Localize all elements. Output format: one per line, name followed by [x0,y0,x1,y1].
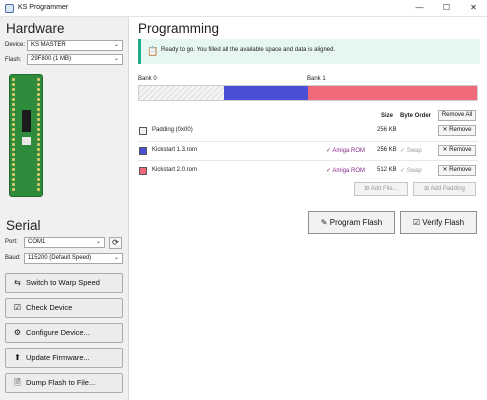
programming-panel: Programming 📋 Ready to go. You filled al… [130,17,487,400]
hardware-heading: Hardware [6,21,65,36]
ks13-swap-label: Swap [406,148,422,154]
ks13-remove-button[interactable]: ✕ Remove [438,145,476,156]
board-label [22,137,31,145]
ks13-row-name: Kickstart 1.3.rom [152,147,198,153]
status-message: Ready to go. You filled all the availabl… [161,47,336,53]
program-flash-button[interactable]: ✎ Program Flash [308,211,395,234]
board-chip [22,110,31,132]
checkbox-icon: ☑ [13,303,22,312]
dump-flash-label: Dump Flash to File... [26,378,96,387]
status-banner: 📋 Ready to go. You filled all the availa… [138,39,480,64]
bank1-label: Bank 1 [307,76,326,82]
port-label: Port: [5,239,18,245]
dump-flash-button[interactable]: 🗎 Dump Flash to File... [5,373,123,393]
ks20-remove-button[interactable]: ✕ Remove [438,165,476,176]
title-bar: KS Programmer — ☐ ✕ [0,0,487,17]
clipboard-check-icon: 📋 [147,46,159,56]
flash-select[interactable]: 29F800 (1 MB) ⌄ [27,54,123,65]
baud-select[interactable]: 115200 (Default Speed) ⌄ [24,253,123,264]
device-select[interactable]: KS MASTER ⌄ [27,40,123,51]
row-divider [138,160,478,161]
add-file-button[interactable]: ⊞ Add File... [354,182,408,196]
left-panel: Hardware Device: KS MASTER ⌄ Flash: 29F8… [0,17,129,400]
ks20-amiga-rom-label: Amiga ROM [332,168,366,174]
check-icon: ✓ [400,168,407,174]
file-icon: 🗎 [14,378,21,387]
ks20-color-swatch [139,167,147,175]
ks13-color-swatch [139,147,147,155]
check-square-icon: ☑ [412,218,423,227]
configure-device-button[interactable]: ⚙ Configure Device... [5,323,123,343]
refresh-icon: ⟳ [112,238,119,247]
chevron-down-icon: ⌄ [95,239,101,245]
programming-heading: Programming [138,21,220,36]
ks20-swap-checkbox[interactable]: ✓ Swap [400,167,422,174]
ks20-swap-label: Swap [406,168,422,174]
flash-label: Flash: [5,57,22,63]
program-flash-label: Program Flash [329,218,383,227]
serial-heading: Serial [6,218,41,233]
ks20-amiga-rom-tag: ✓ Amiga ROM [326,167,365,174]
bank-usage-bar [138,85,478,101]
ks20-row-name: Kickstart 2.0.rom [152,167,198,173]
switch-warp-speed-label: Switch to Warp Speed [26,278,100,287]
baud-select-value: 115200 (Default Speed) [28,255,92,261]
flash-select-value: 29F800 (1 MB) [31,56,72,62]
ks20-row-size: 512 KB [377,167,397,173]
bank-segment-padding [139,86,224,100]
padding-row-size: 256 KB [377,127,397,133]
switch-warp-speed-button[interactable]: ⇆ Switch to Warp Speed [5,273,123,293]
size-column-header: Size [381,113,394,119]
update-firmware-label: Update Firmware... [26,353,90,362]
app-icon [5,4,14,13]
device-label: Device: [5,42,26,48]
check-icon: ✓ [400,148,407,154]
check-device-label: Check Device [26,303,73,312]
add-file-label: Add File... [370,186,398,192]
padding-row-name: Padding (0x00) [152,127,193,133]
ks13-swap-checkbox[interactable]: ✓ Swap [400,147,422,154]
minimize-button[interactable]: — [406,0,433,16]
chevron-down-icon: ⌄ [113,56,119,62]
padding-color-swatch [139,127,147,135]
verify-flash-label: Verify Flash [422,218,465,227]
switch-icon: ⇆ [14,278,21,287]
padding-remove-button[interactable]: ✕ Remove [438,125,476,136]
refresh-ports-button[interactable]: ⟳ [109,237,122,249]
close-button[interactable]: ✕ [460,0,487,16]
chevron-down-icon: ⌄ [113,255,119,261]
ks13-amiga-rom-label: Amiga ROM [332,148,366,154]
port-select[interactable]: COM1 ⌄ [24,237,105,248]
ks13-row-size: 256 KB [377,147,397,153]
board-image [9,74,43,197]
bank-segment-ks13 [224,86,308,100]
ks13-remove-label: Remove [449,147,472,153]
upload-icon: ⬆ [14,353,21,362]
padding-remove-label: Remove [449,127,472,133]
update-firmware-button[interactable]: ⬆ Update Firmware... [5,348,123,368]
check-device-button[interactable]: ☑ Check Device [5,298,123,318]
remove-all-button[interactable]: Remove All [438,110,476,121]
baud-label: Baud: [5,255,21,261]
ks20-remove-label: Remove [449,167,472,173]
row-divider [138,141,478,142]
byte-order-column-header: Byte Order [400,113,432,119]
port-select-value: COM1 [28,239,46,245]
ks13-amiga-rom-tag: ✓ Amiga ROM [326,147,365,154]
bank0-label: Bank 0 [138,76,157,82]
device-select-value: KS MASTER [31,42,66,48]
verify-flash-button[interactable]: ☑ Verify Flash [400,211,477,234]
configure-device-label: Configure Device... [26,328,90,337]
gear-icon: ⚙ [13,328,22,337]
add-padding-label: Add Padding [430,186,465,192]
edit-icon: ✎ [320,218,330,227]
bank-segment-ks20 [308,86,477,100]
add-padding-button[interactable]: ⊞ Add Padding [413,182,476,196]
maximize-button[interactable]: ☐ [433,0,460,16]
window-title: KS Programmer [18,4,69,11]
chevron-down-icon: ⌄ [113,42,119,48]
